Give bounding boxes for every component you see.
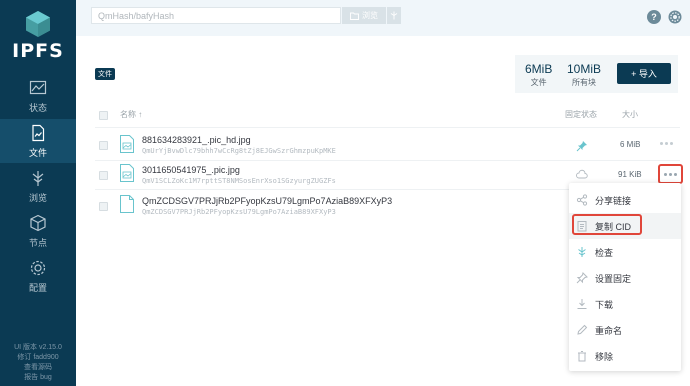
copy-cid-highlight-box: [572, 214, 642, 235]
download-icon: [577, 299, 587, 309]
report-bug-link[interactable]: 报告 bug: [0, 373, 76, 383]
ui-version: UI 版本 v2.15.0: [14, 344, 62, 351]
file-icon: [120, 195, 134, 213]
file-name[interactable]: QmZCDSGV7PRJjRb2PFyopKzsU79LgmPo7AziaB89…: [142, 196, 392, 206]
cloud-pin-icon[interactable]: [576, 169, 588, 181]
nav-item-settings[interactable]: 配置: [0, 254, 76, 298]
stat-files-value: 6MiB: [525, 62, 553, 76]
gear-icon[interactable]: [668, 10, 682, 24]
menu-item-inspect[interactable]: 检查: [569, 239, 681, 265]
share-icon: [576, 194, 588, 206]
stat-blocks-label: 所有块: [572, 78, 596, 87]
hash-search-input[interactable]: QmHash/bafyHash: [91, 7, 341, 24]
stat-blocks-value: 10MiB: [567, 62, 602, 76]
file-size: 91 KiB: [618, 170, 642, 179]
browse-label: 浏览: [362, 11, 378, 20]
file-name[interactable]: 881634283921_.pic_hd.jpg: [142, 135, 251, 145]
menu-label: 下载: [595, 299, 614, 310]
menu-label: 重命名: [595, 325, 623, 336]
top-bar: QmHash/bafyHash 浏览 ?: [76, 0, 690, 36]
files-icon: [32, 124, 45, 141]
brand-name: IPFS: [12, 40, 64, 62]
view-source-link[interactable]: 查看源码: [0, 363, 76, 373]
sidebar-footer: UI 版本 v2.15.0 修订 fadd900 查看源码 报告 bug: [0, 343, 76, 383]
pin-icon: [576, 272, 588, 284]
row-checkbox[interactable]: [99, 202, 108, 211]
status-chart-icon: [29, 80, 47, 94]
nav-label-peers: 节点: [28, 237, 47, 248]
files-breadcrumb[interactable]: 文件: [95, 68, 115, 80]
import-button[interactable]: + 导入: [617, 63, 671, 84]
nav-label-settings: 配置: [28, 282, 47, 293]
header-divider: [95, 127, 680, 128]
browse-button[interactable]: 浏览: [342, 7, 386, 24]
menu-item-set-pin[interactable]: 设置固定: [569, 265, 681, 291]
tree-small-icon: [390, 11, 398, 20]
settings-gear-icon: [30, 260, 46, 275]
column-header-size[interactable]: 大小: [622, 109, 638, 120]
menu-label: 分享链接: [595, 195, 632, 206]
row-more-options-button[interactable]: [658, 164, 683, 184]
menu-label: 设置固定: [595, 273, 632, 284]
pin-icon[interactable]: [576, 140, 588, 152]
trash-icon: [578, 351, 586, 362]
nav-item-peers[interactable]: 节点: [0, 209, 76, 253]
row-divider: [95, 160, 680, 161]
sidebar-nav: 状态 文件 浏览 节点 配置: [0, 74, 76, 299]
explore-tree-icon: [32, 170, 44, 186]
menu-label: 移除: [595, 351, 614, 362]
menu-item-share-link[interactable]: 分享链接: [569, 187, 681, 213]
help-icon[interactable]: ?: [647, 10, 661, 24]
image-file-icon: [120, 164, 134, 182]
file-cid: QmZCDSGV7PRJjRb2PFyopKzsU79LgmPo7AziaB89…: [142, 208, 336, 216]
menu-item-rename[interactable]: 重命名: [569, 317, 681, 343]
nav-label-files: 文件: [28, 147, 47, 158]
rename-pencil-icon: [577, 324, 588, 335]
sidebar: IPFS 状态 文件 浏览 节点 配置 UI 版本 v2.15.0 修订 fad…: [0, 0, 76, 386]
revision-link[interactable]: 修订 fadd900: [0, 353, 76, 363]
explore-extra-button[interactable]: [387, 7, 401, 24]
ipfs-logo[interactable]: IPFS: [0, 10, 76, 62]
nav-item-explore[interactable]: 浏览: [0, 164, 76, 208]
menu-item-download[interactable]: 下载: [569, 291, 681, 317]
file-size: 6 MiB: [620, 140, 641, 149]
column-header-pin-status: 固定状态: [565, 110, 597, 119]
nav-item-files[interactable]: 文件: [0, 119, 76, 163]
row-checkbox[interactable]: [99, 171, 108, 180]
file-name[interactable]: 3011650541975_.pic.jpg: [142, 165, 240, 175]
stat-all-blocks: 10MiB 所有块: [567, 62, 601, 88]
inspect-icon: [578, 247, 586, 257]
image-file-icon: [120, 135, 134, 153]
menu-item-remove[interactable]: 移除: [569, 343, 681, 369]
stat-files-label: 文件: [530, 78, 547, 87]
menu-label: 检查: [595, 247, 614, 258]
row-checkbox[interactable]: [99, 141, 108, 150]
nav-item-status[interactable]: 状态: [0, 74, 76, 118]
nav-label-status: 状态: [28, 102, 47, 113]
nav-label-explore: 浏览: [28, 192, 47, 203]
file-cid: QmV1SCLZoKc1M7rpttST8NMSosEnrXso1SGzyurg…: [142, 177, 336, 185]
peers-cube-icon: [30, 214, 46, 231]
file-cid: QmUrYjBvwDlc79bhh7wCcRg8tZj8EJGwSzrGhmzp…: [142, 147, 336, 155]
context-menu: 分享链接 复制 CID 检查 设置固定 下载 重命名 移除: [569, 183, 681, 371]
select-all-checkbox[interactable]: [99, 111, 108, 120]
ipfs-cube-icon: [26, 11, 50, 37]
folder-icon: [350, 12, 359, 20]
stat-files: 6MiB 文件: [525, 62, 552, 88]
column-header-name[interactable]: 名称 ↑: [120, 109, 142, 120]
row-more-options[interactable]: [660, 142, 673, 145]
